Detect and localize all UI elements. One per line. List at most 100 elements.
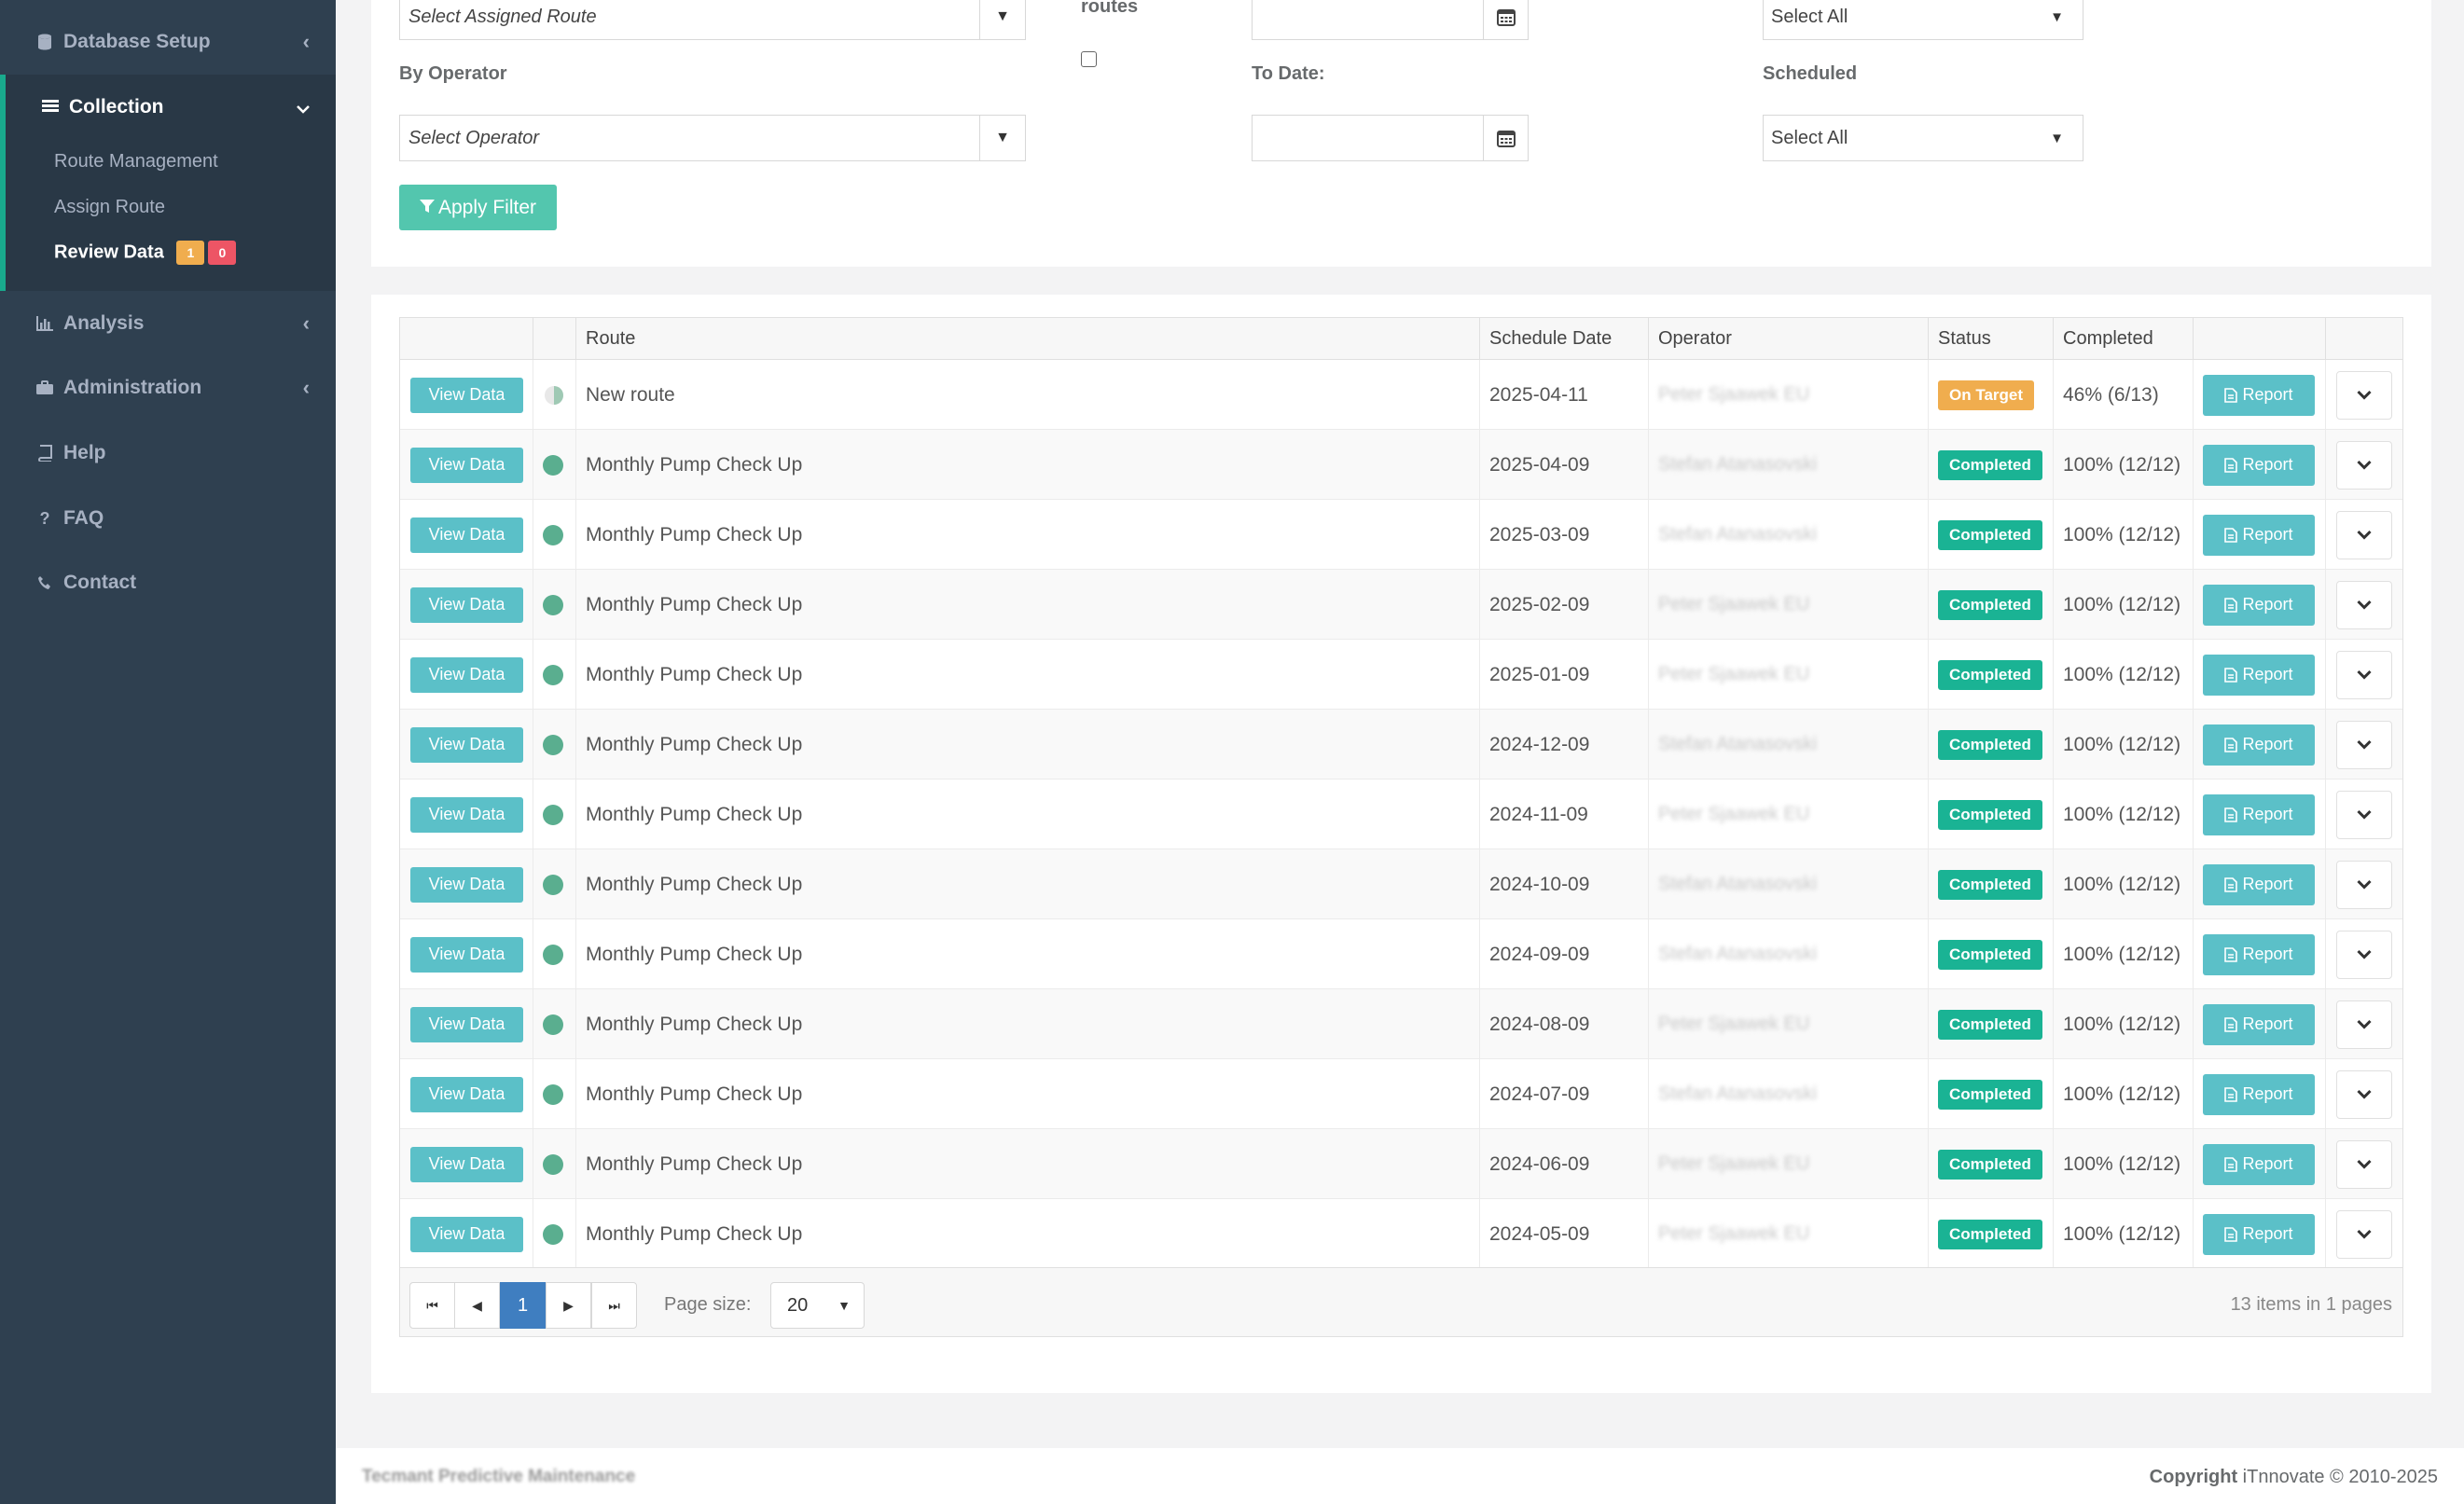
header-operator[interactable]: Operator [1648, 318, 1928, 360]
header-route[interactable]: Route [575, 318, 1479, 360]
cell-route: Monthly Pump Check Up [575, 500, 1479, 570]
cell-actions: View Data [400, 919, 533, 989]
report-button[interactable]: Report [2203, 724, 2315, 766]
calendar-icon[interactable] [1483, 0, 1528, 39]
page-size-select[interactable]: 20 ▼ [770, 1282, 865, 1329]
sidebar-item-faq[interactable]: ? FAQ [0, 486, 336, 551]
report-button[interactable]: Report [2203, 793, 2315, 835]
assigned-route-select[interactable]: Select Assigned Route ▼ [399, 0, 1026, 40]
from-date-input[interactable] [1252, 0, 1529, 40]
report-button[interactable]: Report [2203, 654, 2315, 696]
cell-indicator [533, 710, 575, 780]
routes-checkbox[interactable] [1081, 51, 1097, 67]
expand-row-button[interactable] [2336, 440, 2392, 490]
view-data-button[interactable]: View Data [410, 726, 523, 763]
to-date-input[interactable] [1252, 115, 1529, 161]
report-button[interactable]: Report [2203, 863, 2315, 905]
view-data-button[interactable]: View Data [410, 1216, 523, 1252]
next-page-icon[interactable]: ▶ [546, 1282, 591, 1329]
apply-filter-label: Apply Filter [437, 196, 537, 218]
cell-actions: View Data [400, 1199, 533, 1269]
last-page-icon[interactable]: ⏭ [591, 1282, 637, 1329]
header-actions [400, 318, 533, 360]
header-status[interactable]: Status [1928, 318, 2053, 360]
cell-actions: View Data [400, 500, 533, 570]
cell-indicator [533, 360, 575, 430]
operator-name: Peter Sjaawek EU [1658, 664, 1810, 684]
expand-row-button[interactable] [2336, 1069, 2392, 1119]
sidebar-item-administration[interactable]: Administration ‹ [0, 355, 336, 421]
status-badge: Completed [1938, 1219, 2042, 1249]
operator-name: Stefan Atanasovski [1658, 734, 1818, 754]
status-dot-icon [543, 1014, 563, 1035]
operator-name: Peter Sjaawek EU [1658, 1223, 1810, 1244]
view-data-button[interactable]: View Data [410, 656, 523, 693]
first-page-icon[interactable]: ⏮ [409, 1282, 455, 1329]
expand-row-button[interactable] [2336, 510, 2392, 559]
report-button[interactable]: Report [2203, 444, 2315, 486]
report-button[interactable]: Report [2203, 1073, 2315, 1115]
report-button[interactable]: Report [2203, 374, 2315, 416]
status-badge: Completed [1938, 1009, 2042, 1040]
table-row: View Data Monthly Pump Check Up 2024-06-09… [400, 1129, 2402, 1199]
expand-row-button[interactable] [2336, 860, 2392, 909]
view-data-button[interactable]: View Data [410, 796, 523, 833]
cell-route: Monthly Pump Check Up [575, 1199, 1479, 1269]
prev-page-icon[interactable]: ◀ [454, 1282, 500, 1329]
chevron-down-icon [2357, 1159, 2372, 1169]
sidebar-subitem-route-management[interactable]: Route Management [54, 151, 218, 172]
expand-row-button[interactable] [2336, 720, 2392, 769]
report-button[interactable]: Report [2203, 1003, 2315, 1045]
expand-row-button[interactable] [2336, 1139, 2392, 1189]
view-data-button[interactable]: View Data [410, 517, 523, 553]
report-button[interactable]: Report [2203, 584, 2315, 626]
expand-row-button[interactable] [2336, 650, 2392, 699]
company-name: Tecmant Predictive Maintenance [362, 1467, 636, 1486]
calendar-icon[interactable] [1483, 116, 1528, 160]
cell-indicator [533, 1199, 575, 1269]
expand-row-button[interactable] [2336, 1000, 2392, 1049]
sidebar-item-collection[interactable]: Collection [0, 75, 336, 140]
sidebar-item-contact[interactable]: Contact [0, 550, 336, 615]
report-label: Report [2242, 875, 2293, 893]
current-page-button[interactable]: 1 [500, 1282, 546, 1329]
expand-row-button[interactable] [2336, 370, 2392, 420]
sidebar-item-database-setup[interactable]: Database Setup ‹ [0, 9, 336, 75]
view-data-button[interactable]: View Data [410, 447, 523, 483]
cell-indicator [533, 500, 575, 570]
cell-expand [2325, 360, 2404, 430]
apply-filter-button[interactable]: Apply Filter [399, 185, 557, 230]
expand-row-button[interactable] [2336, 930, 2392, 979]
view-data-button[interactable]: View Data [410, 1146, 523, 1182]
report-button[interactable]: Report [2203, 1213, 2315, 1255]
cell-route: Monthly Pump Check Up [575, 989, 1479, 1059]
cell-status: Completed [1928, 500, 2053, 570]
sidebar-item-analysis[interactable]: Analysis ‹ [0, 291, 336, 356]
cell-report: Report [2193, 360, 2325, 430]
view-data-button[interactable]: View Data [410, 377, 523, 413]
status-select[interactable]: Select All ▼ [1763, 0, 2083, 40]
view-data-button[interactable]: View Data [410, 1076, 523, 1112]
expand-row-button[interactable] [2336, 790, 2392, 839]
sidebar-item-help[interactable]: Help [0, 421, 336, 486]
header-schedule-date[interactable]: Schedule Date [1479, 318, 1648, 360]
cell-schedule-date: 2025-04-11 [1479, 360, 1648, 430]
view-data-button[interactable]: View Data [410, 866, 523, 903]
expand-row-button[interactable] [2336, 1209, 2392, 1259]
header-completed[interactable]: Completed [2053, 318, 2193, 360]
cell-operator: Peter Sjaawek EU [1648, 570, 1928, 640]
cell-indicator [533, 1059, 575, 1129]
sidebar-subitem-assign-route[interactable]: Assign Route [54, 197, 165, 218]
report-button[interactable]: Report [2203, 1143, 2315, 1185]
view-data-button[interactable]: View Data [410, 936, 523, 973]
view-data-button[interactable]: View Data [410, 1006, 523, 1042]
caret-down-icon[interactable]: ▼ [979, 116, 1025, 160]
report-button[interactable]: Report [2203, 933, 2315, 975]
sidebar-subitem-review-data[interactable]: Review Data 10 [54, 241, 237, 265]
report-button[interactable]: Report [2203, 514, 2315, 556]
view-data-button[interactable]: View Data [410, 586, 523, 623]
caret-down-icon[interactable]: ▼ [979, 0, 1025, 39]
operator-select[interactable]: Select Operator ▼ [399, 115, 1026, 161]
scheduled-select[interactable]: Select All ▼ [1763, 115, 2083, 161]
expand-row-button[interactable] [2336, 580, 2392, 629]
